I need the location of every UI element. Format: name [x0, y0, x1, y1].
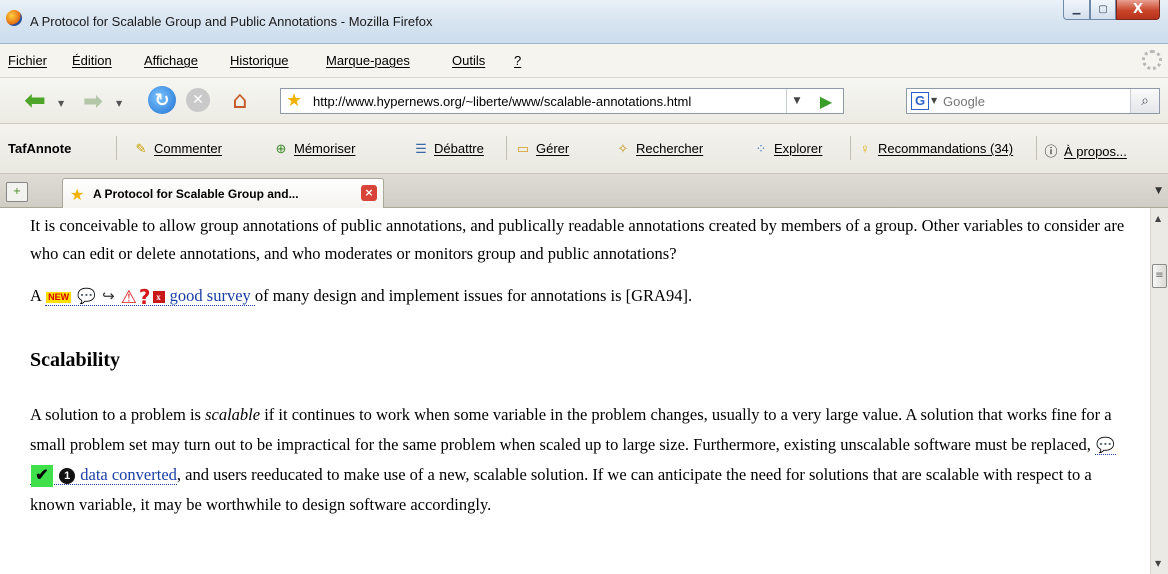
maximize-icon: ▢: [1098, 4, 1108, 15]
tab-label: A Protocol for Scalable Group and...: [93, 187, 299, 201]
menu-fichier[interactable]: Fichier: [8, 53, 47, 68]
menu-marque-pages[interactable]: Marque-pages: [326, 53, 410, 68]
search-wand-icon: ✧: [617, 141, 629, 156]
minimize-icon: ▁: [1072, 4, 1081, 15]
search-engine-dropdown[interactable]: ▼: [931, 96, 937, 105]
memoriser-button[interactable]: ⊕ Mémoriser: [272, 141, 356, 157]
tab-favicon-star-icon: ★: [70, 185, 85, 204]
page-content: It is conceivable to allow group annotat…: [0, 208, 1168, 574]
maximize-button[interactable]: ▢: [1090, 0, 1116, 20]
bookmark-add-icon: ⊕: [275, 141, 287, 156]
toolbar-separator: [506, 136, 507, 160]
scroll-up-arrow-icon[interactable]: ▲: [1155, 214, 1161, 223]
tab-close-button[interactable]: ×: [361, 185, 377, 201]
a-propos-button[interactable]: ⓘ À propos...: [1042, 141, 1126, 160]
document-body: It is conceivable to allow group annotat…: [30, 212, 1130, 514]
stop-icon: ✕: [192, 92, 204, 108]
close-window-button[interactable]: X: [1116, 0, 1160, 20]
explorer-button[interactable]: ⁘ Explorer: [752, 141, 823, 157]
recommandations-button[interactable]: ♀ Recommandations (34): [856, 141, 1013, 156]
window-title: A Protocol for Scalable Group and Public…: [30, 14, 433, 29]
paragraph-survey: A NEW 💬 ↪ ⚠? x good survey of many design…: [30, 285, 693, 310]
warning-icon[interactable]: ⚠: [121, 288, 137, 306]
heading-scalability: Scalability: [30, 349, 121, 371]
throbber-icon: [1142, 50, 1162, 70]
firefox-logo-icon: [6, 10, 22, 26]
bookmark-star-icon[interactable]: ★: [286, 90, 302, 111]
tab-active[interactable]: ★ A Protocol for Scalable Group and... ×: [62, 178, 384, 208]
data-converted-link-text: data converted: [80, 465, 177, 484]
window-controls: ▁ ▢ X: [1063, 0, 1160, 22]
pencil-icon: ✎: [135, 141, 147, 156]
tafannote-toolbar: TafAnnote ✎ Commenter ⊕ Mémoriser ☰ Débattr…: [0, 124, 1168, 174]
explore-icon: ⁘: [755, 141, 767, 156]
home-icon: ⌂: [232, 86, 248, 114]
reply-arrow-icon[interactable]: ↪: [102, 289, 115, 305]
minimize-button[interactable]: ▁: [1063, 0, 1090, 20]
debattre-button[interactable]: ☰ Débattre: [412, 141, 484, 157]
menu-outils[interactable]: Outils: [452, 53, 485, 68]
debate-icon: ☰: [415, 141, 427, 156]
commenter-button[interactable]: ✎ Commenter: [132, 141, 222, 157]
back-history-dropdown[interactable]: ▼: [58, 99, 64, 108]
menu-affichage[interactable]: Affichage: [144, 53, 198, 68]
new-badge-icon: NEW: [46, 291, 72, 303]
scroll-thumb[interactable]: ≡: [1152, 264, 1167, 288]
menu-bar: Fichier Édition Affichage Historique Mar…: [0, 44, 1168, 78]
search-button[interactable]: ⌕: [1130, 89, 1159, 113]
close-icon: X: [1132, 2, 1144, 17]
menu-edition[interactable]: Édition: [72, 53, 112, 68]
reload-button[interactable]: ↻: [148, 86, 176, 114]
go-arrow-icon: ▶: [819, 91, 833, 111]
forward-button[interactable]: ➡: [78, 87, 108, 115]
toolbar-separator: [116, 136, 117, 160]
forward-arrow-icon: ➡: [82, 87, 104, 115]
help-icon: ⓘ: [1044, 144, 1058, 159]
home-button[interactable]: ⌂: [226, 86, 254, 114]
tab-list-dropdown[interactable]: ▼: [1155, 186, 1162, 196]
close-tab-icon: ×: [364, 186, 374, 199]
gerer-button[interactable]: ▭ Gérer: [514, 141, 569, 157]
tafannote-brand: TafAnnote: [8, 141, 72, 156]
comment-bubble-icon[interactable]: 💬: [1096, 438, 1115, 454]
back-button[interactable]: ⬅: [18, 86, 52, 116]
url-text[interactable]: http://www.hypernews.org/~liberte/www/sc…: [313, 94, 691, 109]
search-box[interactable]: G ▼ ⌕: [906, 88, 1160, 114]
search-icon: ⌕: [1141, 93, 1149, 109]
new-tab-icon: +: [12, 186, 22, 197]
menu-historique[interactable]: Historique: [230, 53, 289, 68]
question-icon[interactable]: ?: [139, 287, 151, 307]
survey-annotated-link[interactable]: NEW 💬 ↪ ⚠? x good survey: [45, 286, 255, 307]
address-bar[interactable]: ★ http://www.hypernews.org/~liberte/www/…: [280, 88, 844, 114]
paragraph-group-annotations: It is conceivable to allow group annotat…: [30, 216, 1125, 263]
survey-link-text: good survey: [169, 286, 251, 305]
disagree-icon[interactable]: x: [152, 291, 165, 304]
paragraph-scalability: A solution to a problem is scalable if i…: [30, 405, 1116, 514]
search-engine-icon[interactable]: G: [911, 92, 929, 110]
stop-button[interactable]: ✕: [186, 88, 210, 112]
search-input[interactable]: [943, 92, 1113, 110]
url-history-dropdown[interactable]: ▼: [786, 89, 807, 113]
tab-bar: + ★ A Protocol for Scalable Group and...…: [0, 174, 1168, 208]
go-button[interactable]: ▶: [813, 90, 839, 112]
toolbar-separator: [850, 136, 851, 160]
scroll-down-arrow-icon[interactable]: ▼: [1155, 559, 1161, 568]
vertical-scrollbar[interactable]: ▲ ≡ ▼: [1150, 208, 1168, 574]
title-bar: A Protocol for Scalable Group and Public…: [0, 0, 1168, 44]
back-arrow-icon: ⬅: [24, 86, 46, 116]
folder-icon: ▭: [516, 141, 530, 156]
forward-history-dropdown[interactable]: ▼: [116, 99, 122, 108]
rechercher-button[interactable]: ✧ Rechercher: [614, 141, 704, 157]
new-tab-button[interactable]: +: [6, 182, 28, 202]
menu-help[interactable]: ?: [514, 53, 521, 68]
lightbulb-icon: ♀: [860, 141, 870, 156]
navigation-toolbar: ⬅ ▼ ➡ ▼ ↻ ✕ ⌂ ★ http://www.hypernews.org…: [0, 78, 1168, 124]
toolbar-separator: [1036, 136, 1037, 160]
comment-bubble-icon[interactable]: 💬: [77, 289, 96, 305]
reload-icon: ↻: [154, 89, 170, 111]
info-count-icon[interactable]: 1: [59, 468, 76, 485]
approve-check-icon[interactable]: ✔: [31, 465, 53, 488]
